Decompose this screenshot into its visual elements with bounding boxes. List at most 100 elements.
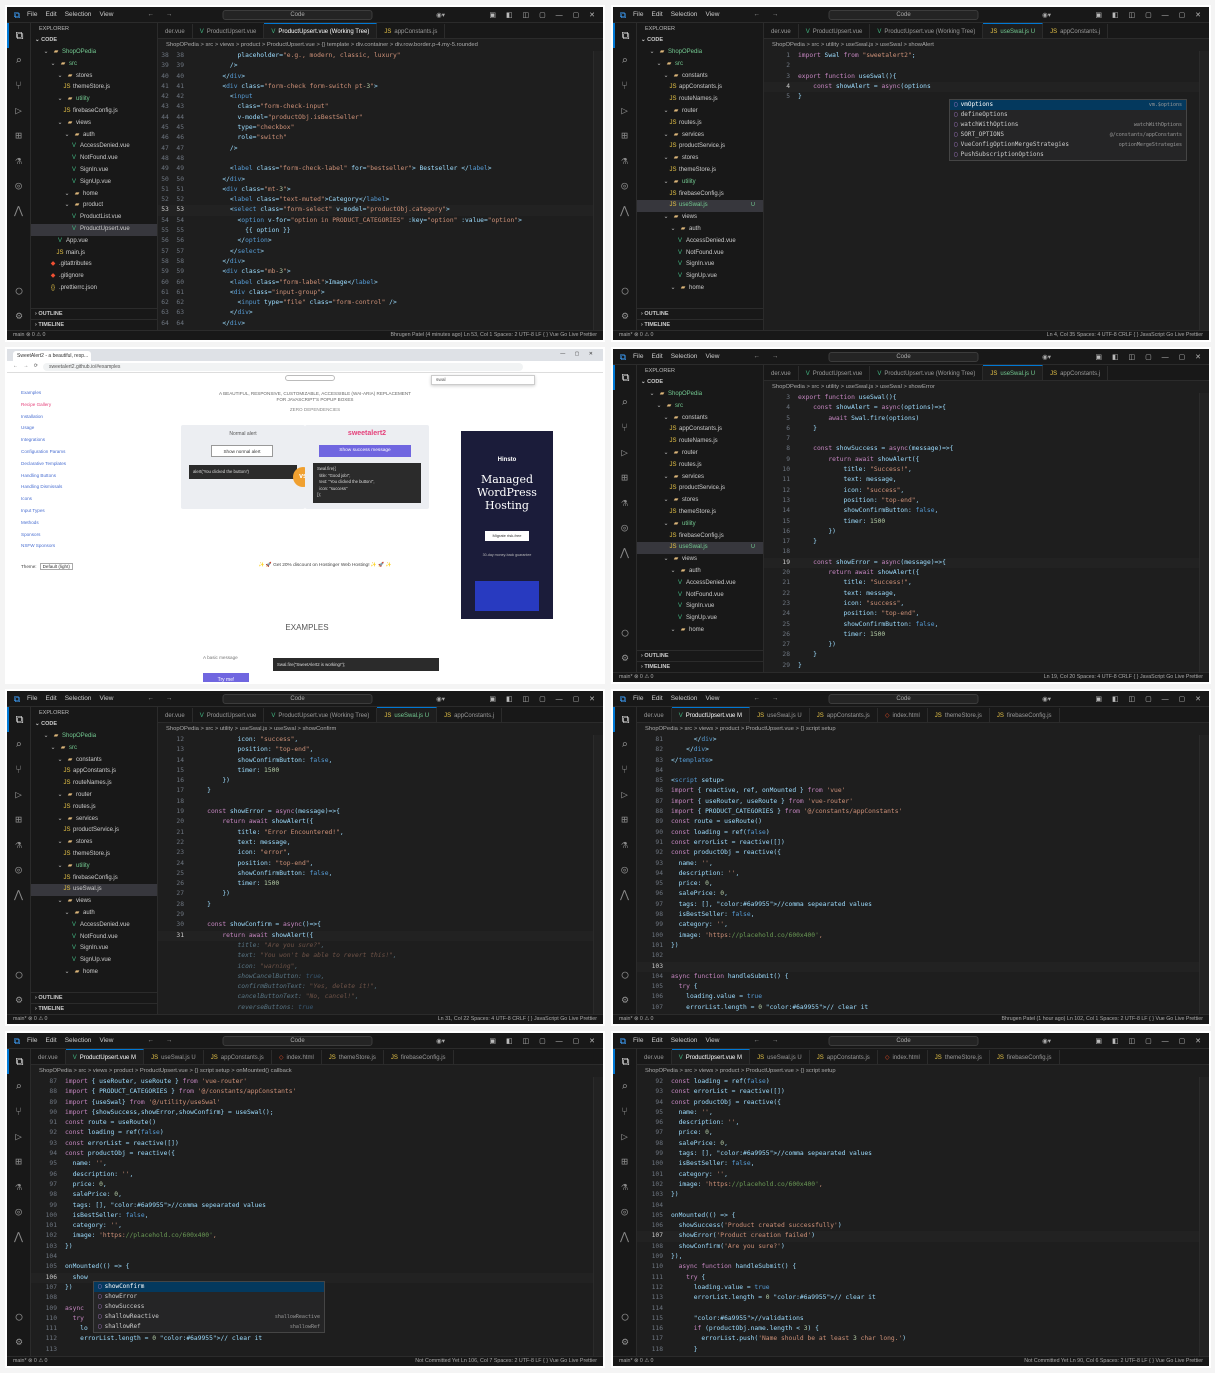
url-field[interactable]: sweetalert2.github.io/#examples (43, 363, 523, 371)
code-editor[interactable]: 3 export function useSwal(){4 const showA… (764, 393, 1209, 672)
tab-themestore-js[interactable]: JS themeStore.js (322, 1050, 384, 1064)
extensions-icon[interactable]: ⊞ (613, 123, 636, 148)
azure-icon[interactable]: ⋀ (7, 198, 30, 223)
tab-der-vue[interactable]: der.vue (637, 708, 672, 722)
file-productservice-js[interactable]: JS productService.js (637, 483, 763, 495)
tab-productupsert-vue-m[interactable]: V ProductUpsert.vue M (671, 1049, 751, 1064)
minimap[interactable] (1199, 51, 1209, 330)
run-debug-icon[interactable]: ▷ (613, 440, 636, 465)
folder-shopopedia[interactable]: ⌄ ▰ ShopOPedia (637, 47, 763, 59)
tab-useswal-js-u[interactable]: JS useSwal.js U (750, 1050, 810, 1064)
folder-stores[interactable]: ⌄ ▰ stores (637, 153, 763, 165)
folder-src[interactable]: ⌄ ▰ src (637, 59, 763, 71)
folder-views[interactable]: ⌄ ▰ views (31, 118, 157, 130)
folder-utility[interactable]: ⌄ ▰ utility (637, 519, 763, 531)
folder-src[interactable]: ⌄ ▰ src (31, 743, 157, 755)
folder-product[interactable]: ⌄ ▰ product (31, 200, 157, 212)
extensions-icon[interactable]: ⊞ (7, 123, 30, 148)
file-signup-vue[interactable]: V SignUp.vue (31, 177, 157, 189)
status-right[interactable]: Ln 4, Col 35 Spaces: 4 UTF-8 CRLF { } Ja… (1047, 331, 1203, 340)
menu-file[interactable]: File (633, 11, 643, 18)
github-icon[interactable]: ◎ (613, 515, 636, 540)
nav-link-methods[interactable]: Methods (21, 517, 101, 529)
folder-router[interactable]: ⌄ ▰ router (637, 448, 763, 460)
folder-stores[interactable]: ⌄ ▰ stores (31, 837, 157, 849)
folder-services[interactable]: ⌄ ▰ services (637, 472, 763, 484)
suggestion-item[interactable]: ▢ showSuccess (94, 1302, 324, 1312)
copilot-icon[interactable]: ◉▾ (436, 11, 445, 19)
file-accessdenied-vue[interactable]: V AccessDenied.vue (31, 920, 157, 932)
folder-home[interactable]: ⌄ ▰ home (31, 189, 157, 201)
folder-home[interactable]: ⌄ ▰ home (31, 967, 157, 979)
source-control-icon[interactable]: ⑂ (7, 1099, 30, 1124)
settings-gear-icon[interactable]: ⚙ (613, 645, 637, 670)
folder-home[interactable]: ⌄ ▰ home (637, 625, 763, 637)
breadcrumb[interactable]: ShopOPedia > src > views > product > Pro… (637, 1065, 1209, 1077)
tab-useswal-js-u[interactable]: JS useSwal.js U (750, 708, 810, 722)
file--gitignore[interactable]: ◆ .gitignore (31, 271, 157, 283)
nav-arrows-icon[interactable]: ← → (753, 695, 783, 702)
status-left[interactable]: main* ⊗ 0 ⚠ 0 (13, 1015, 48, 1024)
file-app-vue[interactable]: V App.vue (31, 236, 157, 248)
breadcrumb[interactable]: ShopOPedia > src > utility > useSwal.js … (158, 723, 603, 735)
layout-controls-icon[interactable]: ▣ ◧ ◫ ▢ — ▢ ✕ (489, 11, 599, 19)
layout-controls-icon[interactable]: ▣ ◧ ◫ ▢ — ▢ ✕ (489, 1037, 599, 1045)
nav-link-handling-buttons[interactable]: Handling Buttons (21, 470, 101, 482)
folder-stores[interactable]: ⌄ ▰ stores (31, 71, 157, 83)
tab-productupsert-vue-working-tree-[interactable]: V ProductUpsert.vue (Working Tree) (870, 366, 984, 380)
source-control-icon[interactable]: ⑂ (613, 73, 636, 98)
extensions-icon[interactable]: ⊞ (613, 807, 636, 832)
menu-edit[interactable]: Edit (651, 11, 662, 18)
workspace-section-header[interactable]: ⌄ CODE (31, 35, 157, 46)
hosting-ad[interactable]: Hinsto Managed WordPress Hosting Migrate r… (461, 431, 553, 619)
account-icon[interactable]: ◯ (613, 1304, 637, 1329)
tab-der-vue[interactable]: der.vue (764, 366, 799, 380)
layout-controls-icon[interactable]: ▣ ◧ ◫ ▢ — ▢ ✕ (1095, 11, 1205, 19)
search-icon[interactable]: ⌕ (613, 732, 636, 757)
tab-productupsert-vue-working-tree-[interactable]: V ProductUpsert.vue (Working Tree) (264, 708, 378, 722)
extensions-icon[interactable]: ⊞ (7, 1149, 30, 1174)
file-useswal-js[interactable]: JS useSwal.js U (637, 542, 763, 555)
tab-der-vue[interactable]: der.vue (158, 708, 193, 722)
folder-views[interactable]: ⌄ ▰ views (31, 896, 157, 908)
settings-gear-icon[interactable]: ⚙ (613, 987, 637, 1012)
command-center-search[interactable]: Code (828, 693, 979, 704)
menu-file[interactable]: File (633, 353, 643, 360)
status-right[interactable]: Bhrugen Patel (1 hour ago) Ln 102, Col 1… (1002, 1015, 1204, 1024)
nav-link-declarative-templates[interactable]: Declarative Templates (21, 458, 101, 470)
testing-icon[interactable]: ⚗ (7, 832, 30, 857)
account-icon[interactable]: ◯ (7, 278, 31, 303)
file-notfound-vue[interactable]: V NotFound.vue (31, 932, 157, 944)
nav-arrows-icon[interactable]: ← → (147, 1037, 177, 1044)
breadcrumb[interactable]: ShopOPedia > src > views > product > Pro… (637, 723, 1209, 735)
file-routes-js[interactable]: JS routes.js (31, 802, 157, 814)
menu-view[interactable]: View (99, 1037, 113, 1044)
tab-useswal-js-u[interactable]: JS useSwal.js U (983, 365, 1044, 380)
file-notfound-vue[interactable]: V NotFound.vue (31, 153, 157, 165)
copilot-icon[interactable]: ◉▾ (436, 1037, 445, 1045)
timeline-section[interactable]: › TIMELINE (637, 319, 763, 330)
status-left[interactable]: main* ⊗ 0 ⚠ 0 (13, 1357, 48, 1366)
copilot-icon[interactable]: ◉▾ (436, 695, 445, 703)
file-signin-vue[interactable]: V SignIn.vue (31, 943, 157, 955)
minimap[interactable] (593, 51, 603, 330)
layout-controls-icon[interactable]: ▣ ◧ ◫ ▢ — ▢ ✕ (1095, 353, 1205, 361)
breadcrumb[interactable]: ShopOPedia > src > utility > useSwal.js … (764, 39, 1209, 51)
extensions-icon[interactable]: ⊞ (7, 807, 30, 832)
menu-view[interactable]: View (705, 695, 719, 702)
run-debug-icon[interactable]: ▷ (613, 1124, 636, 1149)
nav-link-installation[interactable]: Installation (21, 411, 101, 423)
extensions-icon[interactable]: ⊞ (613, 1149, 636, 1174)
file-routenames-js[interactable]: JS routeNames.js (31, 778, 157, 790)
github-icon[interactable]: ◎ (7, 1199, 30, 1224)
command-center-search[interactable]: Code (828, 1035, 979, 1046)
run-debug-icon[interactable]: ▷ (7, 782, 30, 807)
file-firebaseconfig-js[interactable]: JS firebaseConfig.js (637, 189, 763, 201)
tab-productupsert-vue[interactable]: V ProductUpsert.vue (193, 708, 265, 722)
page-search-box[interactable]: swal (431, 375, 535, 385)
tab-useswal-js-u[interactable]: JS useSwal.js U (144, 1050, 204, 1064)
github-icon[interactable]: ◎ (613, 857, 636, 882)
folder-views[interactable]: ⌄ ▰ views (637, 554, 763, 566)
folder-views[interactable]: ⌄ ▰ views (637, 212, 763, 224)
account-icon[interactable]: ◯ (7, 1304, 31, 1329)
